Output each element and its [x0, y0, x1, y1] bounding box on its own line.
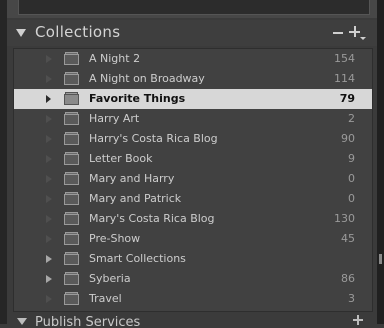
collection-name: Mary and Harry [89, 172, 175, 185]
photo-count: 0 [348, 192, 355, 205]
list-item[interactable]: A Night 2 154 [14, 49, 372, 69]
list-item[interactable]: Pre-Show 45 [14, 229, 372, 249]
collection-icon [64, 232, 80, 245]
expand-triangle-icon[interactable] [46, 55, 52, 63]
list-item[interactable]: Travel 3 [14, 289, 372, 309]
collection-name: Letter Book [89, 152, 153, 165]
collection-name: Harry Art [89, 112, 140, 125]
collection-icon [64, 112, 80, 125]
expand-triangle-icon[interactable] [46, 115, 52, 123]
photo-count: 45 [341, 232, 355, 245]
collection-name: Favorite Things [89, 92, 186, 105]
scrollbar-thumb[interactable] [379, 254, 382, 264]
photo-count: 154 [334, 52, 355, 65]
collection-name: Harry's Costa Rica Blog [89, 132, 218, 145]
panel-title: Collections [35, 23, 121, 41]
collection-name: Mary's Costa Rica Blog [89, 212, 215, 225]
collection-icon [64, 132, 80, 145]
expand-triangle-icon[interactable] [46, 215, 52, 223]
collection-icon [64, 292, 80, 305]
photo-count: 3 [348, 292, 355, 305]
collection-name: Travel [89, 292, 122, 305]
panel-title: Publish Services [35, 315, 141, 328]
list-item[interactable]: Harry Art 2 [14, 109, 372, 129]
left-frame [0, 0, 7, 324]
scrollbar[interactable] [377, 0, 384, 324]
top-panel-well [18, 0, 370, 15]
collection-icon [64, 72, 80, 85]
photo-count: 9 [348, 152, 355, 165]
publish-services-header[interactable]: Publish Services [7, 314, 377, 328]
collection-icon [64, 272, 80, 285]
collapse-triangle-icon[interactable] [16, 29, 26, 37]
expand-triangle-icon[interactable] [46, 95, 51, 103]
photo-count: 2 [348, 112, 355, 125]
collection-name: Mary and Patrick [89, 192, 182, 205]
add-publish-service-button[interactable] [353, 315, 363, 325]
collection-name: A Night 2 [89, 52, 141, 65]
expand-triangle-icon[interactable] [46, 195, 52, 203]
list-item[interactable]: Syberia 86 [14, 269, 372, 289]
add-collection-button[interactable] [349, 25, 366, 41]
expand-triangle-icon[interactable] [46, 235, 52, 243]
list-item[interactable]: Harry's Costa Rica Blog 90 [14, 129, 372, 149]
collection-icon [64, 52, 80, 65]
collection-name: Pre-Show [89, 232, 141, 245]
photo-count: 130 [334, 212, 355, 225]
expand-triangle-icon[interactable] [46, 75, 52, 83]
collection-set-icon [64, 252, 80, 265]
list-item[interactable]: Letter Book 9 [14, 149, 372, 169]
list-item[interactable]: Smart Collections [14, 249, 372, 269]
chevron-down-icon [360, 37, 366, 40]
expand-triangle-icon[interactable] [46, 155, 52, 163]
collections-panel-header[interactable]: Collections [7, 20, 377, 46]
collection-name: Smart Collections [89, 252, 186, 265]
collection-icon [64, 92, 80, 105]
photo-count: 86 [341, 272, 355, 285]
expand-triangle-icon[interactable] [46, 295, 52, 303]
list-item[interactable]: Mary and Harry 0 [14, 169, 372, 189]
collection-name: A Night on Broadway [89, 72, 205, 85]
list-item[interactable]: Mary and Patrick 0 [14, 189, 372, 209]
photo-count: 0 [348, 172, 355, 185]
list-item-selected[interactable]: Favorite Things 79 [14, 89, 372, 109]
expand-triangle-icon[interactable] [46, 255, 52, 263]
list-item[interactable]: A Night on Broadway 114 [14, 69, 372, 89]
collection-icon [64, 172, 80, 185]
collection-icon [64, 152, 80, 165]
collection-name: Syberia [89, 272, 131, 285]
expand-triangle-icon[interactable] [46, 275, 52, 283]
collection-icon [64, 192, 80, 205]
photo-count: 79 [339, 92, 355, 105]
photo-count: 90 [341, 132, 355, 145]
collection-list: A Night 2 154 A Night on Broadway 114 Favori… [13, 48, 373, 312]
list-item[interactable]: Mary's Costa Rica Blog 130 [14, 209, 372, 229]
remove-collection-button[interactable] [333, 32, 343, 34]
expand-triangle-icon[interactable] [46, 135, 52, 143]
collection-icon [64, 212, 80, 225]
top-panel-strip [0, 0, 384, 18]
photo-count: 114 [334, 72, 355, 85]
expand-triangle-icon[interactable] [46, 175, 52, 183]
